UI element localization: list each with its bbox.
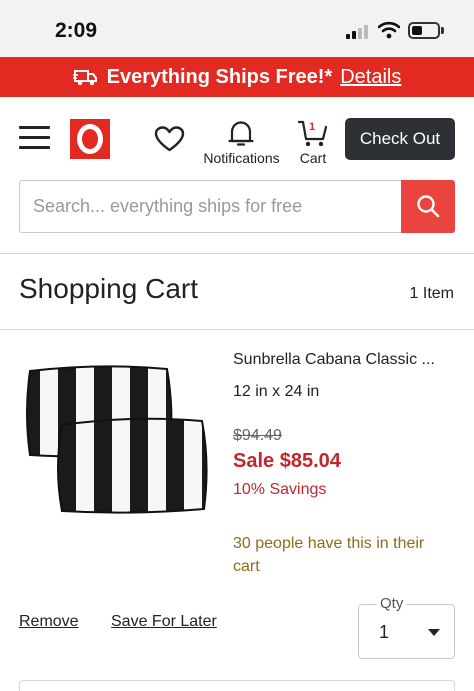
- cart-button[interactable]: 1 Cart: [294, 119, 332, 169]
- save-for-later-link[interactable]: Save For Later: [111, 613, 217, 631]
- divider: [0, 253, 474, 254]
- battery-cap: [441, 27, 444, 34]
- details-link[interactable]: Details: [340, 66, 401, 89]
- promo-text: Everything Ships Free!*: [106, 65, 333, 88]
- status-bar: 2:09: [0, 0, 474, 57]
- sale-price: Sale $85.04: [233, 450, 341, 472]
- battery-icon: [408, 22, 440, 39]
- notifications-button[interactable]: Notifications: [199, 119, 284, 169]
- quantity-label: Qty: [377, 595, 407, 612]
- chevron-down-icon: [428, 629, 440, 636]
- search-bar: Search... everything ships for free: [19, 180, 455, 233]
- next-section-card: [19, 680, 455, 691]
- original-price: $94.49: [233, 427, 282, 444]
- cart-count-badge: 1: [308, 121, 316, 133]
- product-image[interactable]: [22, 363, 212, 518]
- logo-icon[interactable]: [70, 119, 110, 159]
- wifi-icon: [378, 21, 400, 39]
- signal-icon: [346, 24, 372, 39]
- popularity-message: 30 people have this in their cart: [233, 535, 425, 575]
- notifications-label: Notifications: [203, 150, 280, 166]
- bell-icon: [228, 121, 254, 146]
- menu-icon[interactable]: [19, 125, 51, 151]
- remove-link[interactable]: Remove: [19, 613, 79, 631]
- quantity-value: 1: [379, 622, 390, 642]
- divider: [0, 329, 474, 330]
- heart-icon[interactable]: [154, 125, 185, 153]
- truck-icon: [72, 70, 97, 86]
- search-button[interactable]: [401, 180, 455, 233]
- product-name[interactable]: Sunbrella Cabana Classic ...: [233, 351, 455, 369]
- checkout-button[interactable]: Check Out: [345, 118, 455, 160]
- status-time: 2:09: [55, 19, 98, 42]
- item-count: 1 Item: [409, 285, 454, 302]
- promo-banner: Everything Ships Free!* Details: [0, 57, 474, 97]
- savings-text: 10% Savings: [233, 481, 327, 498]
- cart-label: Cart: [299, 150, 327, 166]
- page-title: Shopping Cart: [19, 273, 199, 304]
- quantity-select[interactable]: 1: [358, 604, 455, 659]
- product-size: 12 in x 24 in: [233, 383, 320, 400]
- search-input[interactable]: Search... everything ships for free: [20, 181, 401, 232]
- search-icon: [417, 195, 440, 218]
